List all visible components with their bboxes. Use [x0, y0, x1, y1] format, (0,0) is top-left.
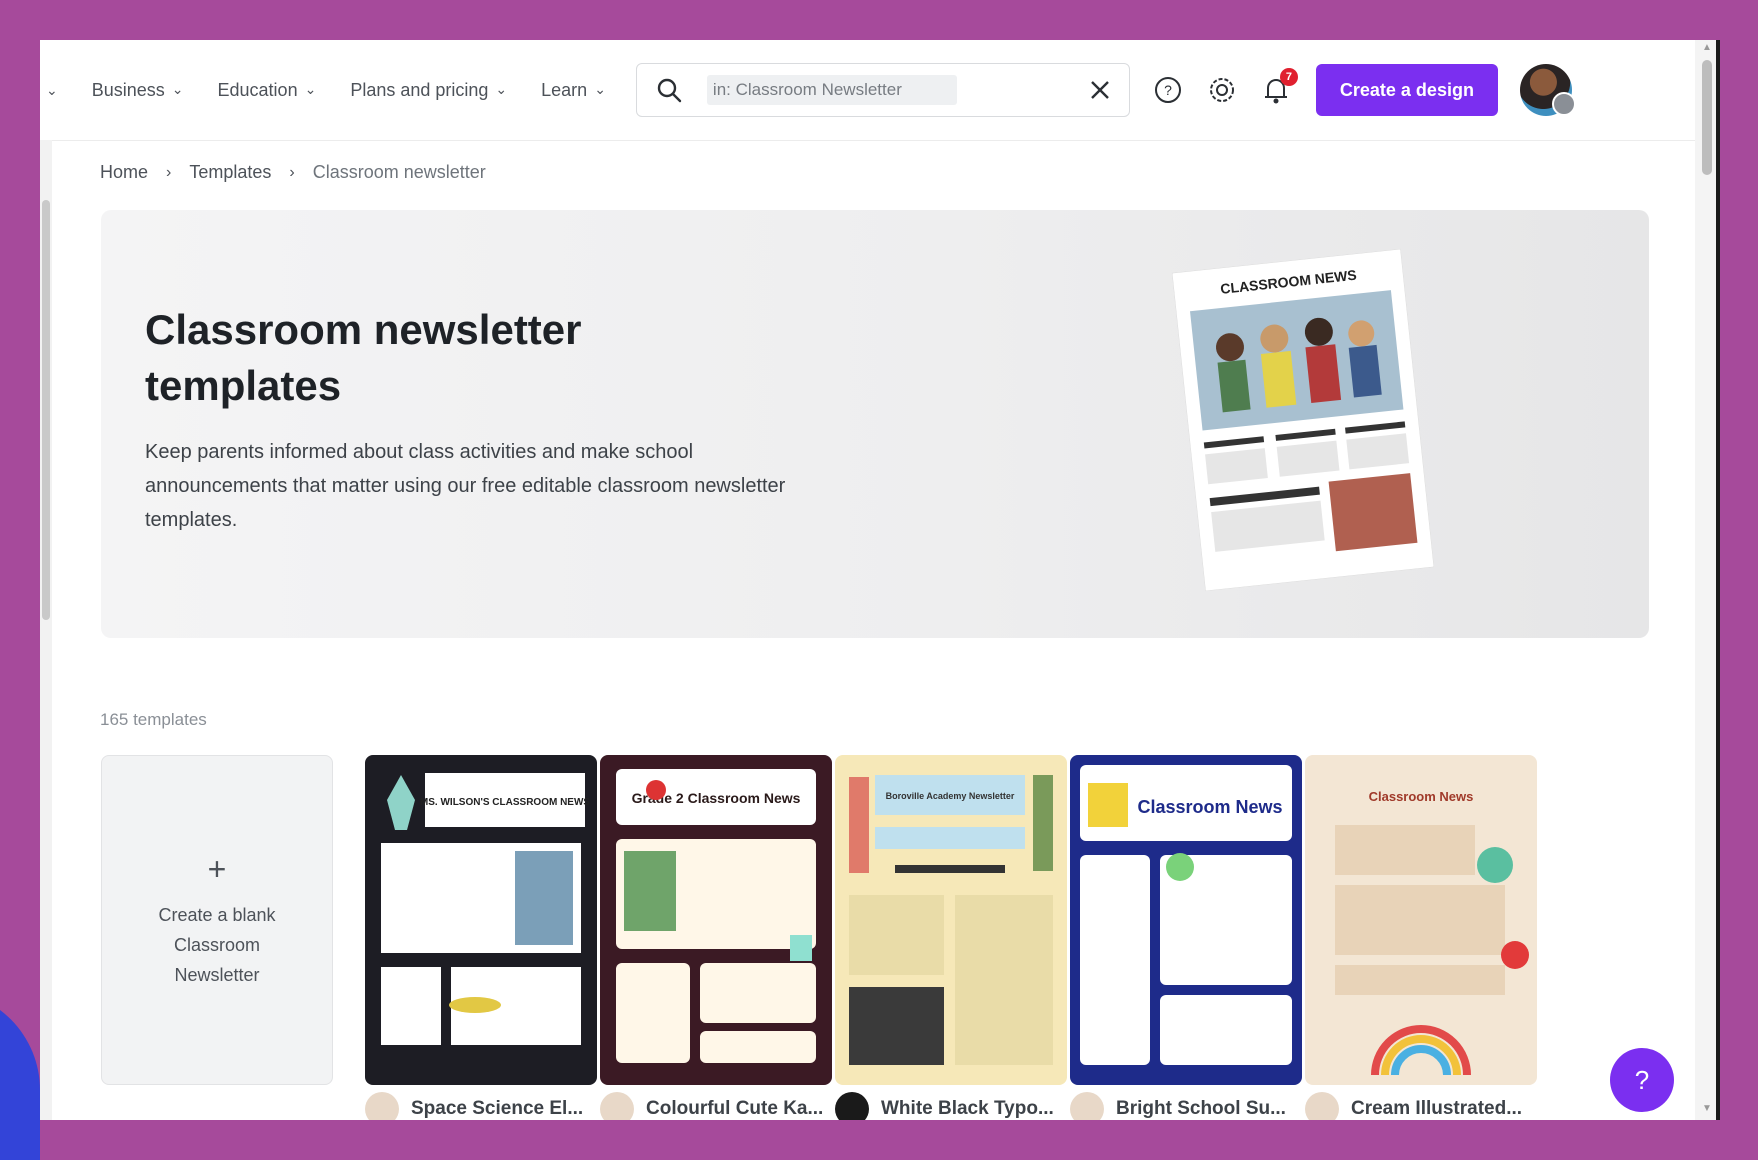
- page-description: Keep parents informed about class activi…: [145, 441, 786, 531]
- create-blank-label: Create a blank Classroom Newsletter: [158, 904, 276, 985]
- top-navigation: ⌄ Business ⌄ Education ⌄ Plans and prici…: [40, 40, 1695, 141]
- template-title: Bright School Su...: [1116, 1098, 1286, 1119]
- creator-avatar: [1070, 1092, 1104, 1120]
- settings-gear-icon[interactable]: [1206, 74, 1238, 106]
- thumb-title: MS. WILSON'S CLASSROOM NEWS: [420, 797, 590, 808]
- scroll-down-icon[interactable]: ▼: [1702, 1103, 1712, 1114]
- page-title: Classroom newsletter templates: [145, 306, 582, 409]
- nav-plans-pricing[interactable]: Plans and pricing ⌄: [350, 80, 507, 101]
- create-design-button[interactable]: Create a design: [1315, 64, 1498, 116]
- notifications-bell-icon[interactable]: 7: [1260, 68, 1298, 106]
- breadcrumb-home[interactable]: Home: [100, 162, 148, 183]
- left-scrollbar[interactable]: [40, 140, 52, 1120]
- search-input[interactable]: [706, 75, 957, 105]
- template-thumbnail: MS. WILSON'S CLASSROOM NEWS: [365, 755, 597, 1085]
- template-card[interactable]: MS. WILSON'S CLASSROOM NEWS: [365, 755, 597, 1085]
- nav-label: Plans and pricing: [350, 79, 489, 100]
- nav-label: Education: [217, 79, 298, 100]
- search-icon[interactable]: [655, 76, 683, 104]
- chevron-right-icon: ›: [289, 163, 295, 181]
- team-badge-icon: [1551, 92, 1576, 116]
- template-thumbnail: Classroom News: [1305, 755, 1537, 1085]
- help-icon[interactable]: ?: [1152, 74, 1184, 106]
- breadcrumb: Home › Templates › Classroom newsletter: [100, 162, 486, 183]
- hero-banner: Classroom newsletter templates Keep pare…: [101, 210, 1649, 638]
- creator-avatar: [600, 1092, 634, 1120]
- creator-avatar: [835, 1092, 869, 1120]
- template-caption[interactable]: Colourful Cute Ka...: [600, 1092, 832, 1120]
- chevron-down-icon: ⌄: [495, 80, 508, 97]
- notification-badge: 7: [1279, 68, 1298, 86]
- chevron-down-icon: ⌄: [304, 80, 317, 97]
- breadcrumb-templates[interactable]: Templates: [189, 162, 271, 183]
- help-chat-button[interactable]: ?: [1610, 1048, 1674, 1112]
- template-caption[interactable]: Space Science El...: [365, 1092, 597, 1120]
- thumb-title: Boroville Academy Newsletter: [886, 791, 1015, 801]
- chevron-right-icon: ›: [166, 163, 172, 181]
- create-blank-card[interactable]: + Create a blank Classroom Newsletter: [101, 755, 333, 1085]
- plus-icon: +: [207, 850, 227, 887]
- scroll-thumb[interactable]: [42, 200, 50, 620]
- hero-newsletter-image: CLASSROOM NEWS: [1171, 248, 1435, 592]
- thumb-title: Classroom News: [1369, 789, 1474, 804]
- template-caption[interactable]: White Black Typo...: [835, 1092, 1067, 1120]
- template-card[interactable]: Classroom News: [1070, 755, 1302, 1085]
- thumb-title: Classroom News: [1137, 797, 1282, 817]
- template-card[interactable]: Classroom News: [1305, 755, 1537, 1085]
- background-decoration: [0, 990, 40, 1160]
- template-title: White Black Typo...: [881, 1098, 1054, 1119]
- clear-search-icon[interactable]: [1089, 79, 1111, 101]
- template-thumbnail: Grade 2 Classroom News: [600, 755, 832, 1085]
- template-thumbnail: Boroville Academy Newsletter: [835, 755, 1067, 1085]
- template-count: 165 templates: [100, 710, 207, 729]
- nav-label: Business: [91, 79, 165, 100]
- template-caption[interactable]: Cream Illustrated...: [1305, 1092, 1537, 1120]
- template-title: Colourful Cute Ka...: [646, 1098, 824, 1119]
- template-title: Cream Illustrated...: [1351, 1098, 1523, 1119]
- scroll-up-icon[interactable]: ▲: [1702, 42, 1712, 53]
- browser-viewport: ⌄ Business ⌄ Education ⌄ Plans and prici…: [40, 40, 1720, 1120]
- nav-learn[interactable]: Learn ⌄: [541, 80, 606, 101]
- template-thumbnail: Classroom News: [1070, 755, 1302, 1085]
- user-avatar[interactable]: [1519, 64, 1576, 116]
- search-bar[interactable]: [635, 63, 1130, 117]
- template-title: Space Science El...: [411, 1098, 584, 1119]
- scroll-thumb[interactable]: [1702, 60, 1712, 175]
- window-edge: [1716, 40, 1720, 1120]
- creator-avatar: [1305, 1092, 1339, 1120]
- chevron-down-icon: ⌄: [594, 80, 606, 97]
- chevron-down-icon[interactable]: ⌄: [46, 82, 58, 99]
- nav-label: Learn: [541, 79, 588, 100]
- template-caption[interactable]: Bright School Su...: [1070, 1092, 1302, 1120]
- template-card[interactable]: Boroville Academy Newsletter: [835, 755, 1067, 1085]
- breadcrumb-current: Classroom newsletter: [312, 162, 486, 182]
- chevron-down-icon: ⌄: [171, 80, 184, 97]
- nav-education[interactable]: Education ⌄: [218, 80, 317, 101]
- svg-text:?: ?: [1164, 82, 1172, 98]
- creator-avatar: [365, 1092, 399, 1120]
- nav-business[interactable]: Business ⌄: [92, 80, 184, 101]
- template-card[interactable]: Grade 2 Classroom News: [600, 755, 832, 1085]
